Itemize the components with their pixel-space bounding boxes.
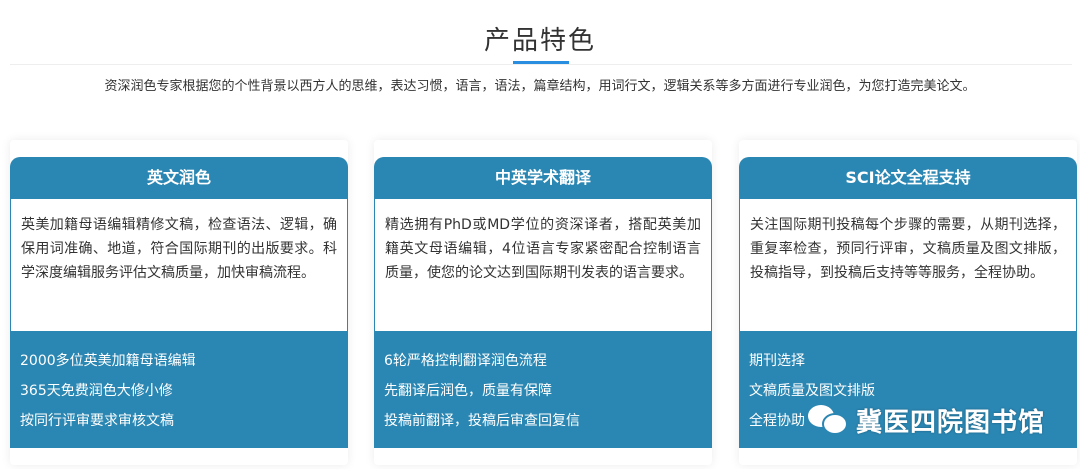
card-title: 中英学术翻译 xyxy=(374,157,712,199)
card-feature-list: 2000多位英美加籍母语编辑 365天免费润色大修小修 按同行评审要求审核文稿 xyxy=(10,331,348,448)
watermark-text: 冀医四院图书馆 xyxy=(856,407,1046,438)
card-title: 英文润色 xyxy=(10,157,348,199)
card-feature-list: 6轮严格控制翻译润色流程 先翻译后润色，质量有保障 投稿前翻译，投稿后审查回复信 xyxy=(374,331,712,448)
list-item: 365天免费润色大修小修 xyxy=(20,383,173,399)
list-item: 6轮严格控制翻译润色流程 xyxy=(384,353,547,369)
card-title: SCI论文全程支持 xyxy=(739,157,1077,199)
section-subtitle: 资深润色专家根据您的个性背景以西方人的思维，表达习惯，语言，语法，篇章结构，用词… xyxy=(104,79,976,94)
card-description: 英美加籍母语编辑精修文稿，检查语法、逻辑，确保用词准确、地道，符合国际期刊的出版… xyxy=(10,199,348,331)
feature-card-translation[interactable]: 中英学术翻译 精选拥有PhD或MD学位的资深译者，搭配英美加籍英文母语编辑，4位… xyxy=(374,140,712,465)
list-item: 先翻译后润色，质量有保障 xyxy=(384,383,552,399)
watermark: 冀医四院图书馆 xyxy=(806,400,1045,440)
divider xyxy=(10,64,1072,65)
list-item: 期刊选择 xyxy=(749,353,805,369)
list-item: 投稿前翻译，投稿后审查回复信 xyxy=(384,413,580,429)
card-description: 精选拥有PhD或MD学位的资深译者，搭配英美加籍英文母语编辑，4位语言专家紧密配… xyxy=(374,199,712,331)
list-item: 2000多位英美加籍母语编辑 xyxy=(20,353,196,369)
card-description: 关注国际期刊投稿每个步骤的需要，从期刊选择，重复率检查，预同行评审，文稿质量及图… xyxy=(739,199,1077,331)
section-title: 产品特色 xyxy=(483,26,596,56)
wechat-icon xyxy=(806,403,850,437)
feature-card-polishing[interactable]: 英文润色 英美加籍母语编辑精修文稿，检查语法、逻辑，确保用词准确、地道，符合国际… xyxy=(10,140,348,465)
list-item: 按同行评审要求审核文稿 xyxy=(20,413,174,429)
